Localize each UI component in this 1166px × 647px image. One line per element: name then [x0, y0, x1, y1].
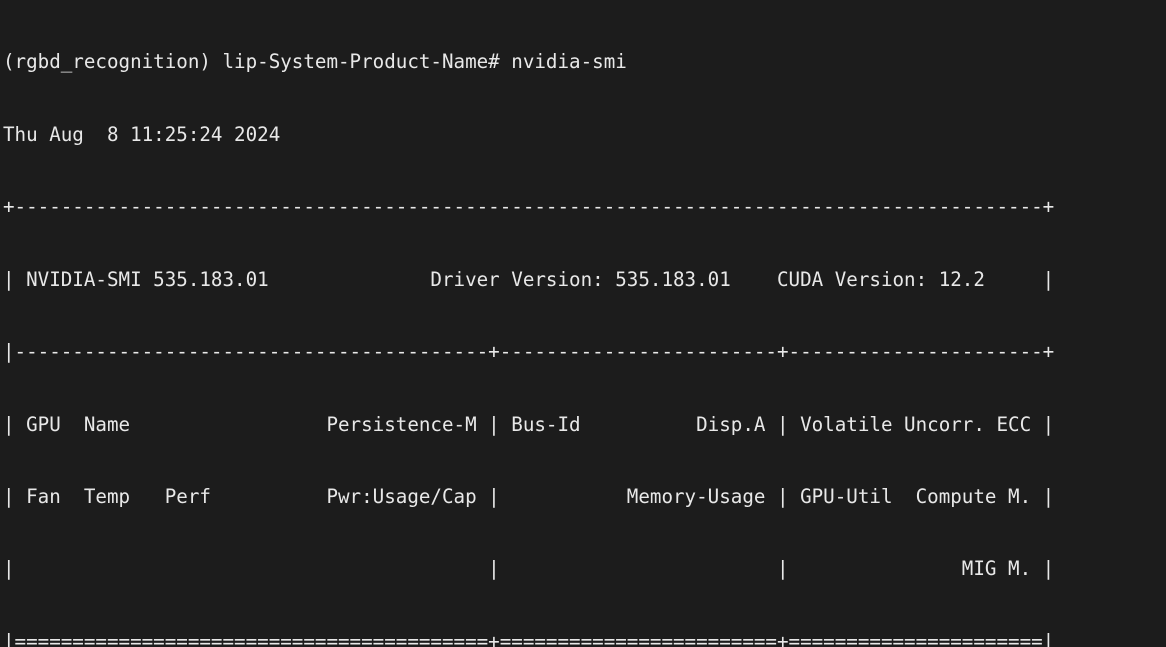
- smi-title-line: | NVIDIA-SMI 535.183.01 Driver Version: …: [3, 268, 1166, 292]
- smi-column-header-row2: | Fan Temp Perf Pwr:Usage/Cap | Memory-U…: [3, 485, 1166, 509]
- smi-top-border: +---------------------------------------…: [3, 195, 1166, 219]
- nvidia-smi-timestamp: Thu Aug 8 11:25:24 2024: [3, 123, 1166, 147]
- smi-column-header-row1: | GPU Name Persistence-M | Bus-Id Disp.A…: [3, 413, 1166, 437]
- smi-sub-border: |---------------------------------------…: [3, 340, 1166, 364]
- terminal-window[interactable]: (rgbd_recognition) lip-System-Product-Na…: [0, 0, 1166, 647]
- smi-column-header-row3: | | | MIG M. |: [3, 557, 1166, 581]
- shell-prompt-line: (rgbd_recognition) lip-System-Product-Na…: [3, 50, 1166, 74]
- smi-heavy-border: |=======================================…: [3, 630, 1166, 647]
